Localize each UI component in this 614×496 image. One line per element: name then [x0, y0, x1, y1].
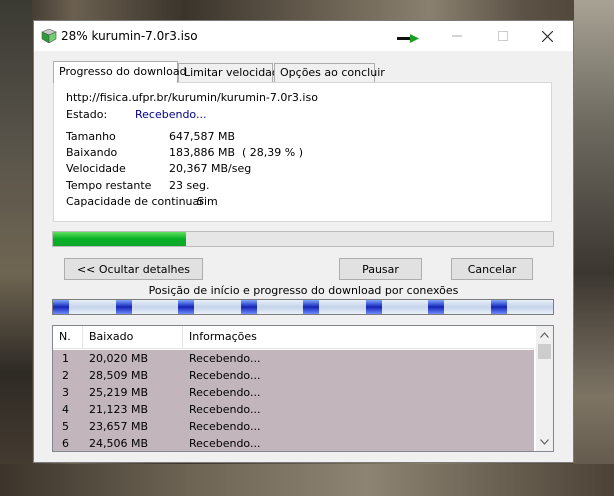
- table-row[interactable]: 1 20,020 MB Recebendo...: [53, 350, 534, 367]
- scroll-thumb[interactable]: [538, 344, 551, 359]
- download-progress-window: 28% kurumin-7.0r3.iso Progresso do downl…: [33, 20, 574, 463]
- row-downloaded: 20,020 MB: [89, 352, 149, 365]
- baixando-label: Baixando: [66, 146, 118, 159]
- table-row[interactable]: 2 28,509 MB Recebendo...: [53, 367, 534, 384]
- tamanho-value: 647,587 MB: [169, 130, 236, 143]
- table-row[interactable]: 5 23,657 MB Recebendo...: [53, 418, 534, 435]
- connection-segment: [53, 300, 69, 314]
- close-button[interactable]: [524, 21, 570, 51]
- tab-opcoes-ao-concluir[interactable]: Opções ao concluir: [274, 63, 385, 82]
- capacidade-continuar-value: Sim: [197, 195, 218, 208]
- estado-value: Recebendo...: [135, 108, 207, 121]
- desktop-background-bottom: [0, 464, 614, 496]
- maximize-icon: [498, 31, 508, 41]
- connection-segment: [303, 300, 319, 314]
- row-info: Recebendo...: [189, 403, 261, 416]
- download-details-panel: http://fisica.ufpr.br/kurumin/kurumin-7.…: [53, 82, 552, 222]
- scroll-down-button[interactable]: [536, 435, 553, 449]
- download-url: http://fisica.ufpr.br/kurumin/kurumin-7.…: [66, 91, 318, 104]
- minimize-button[interactable]: [434, 21, 480, 51]
- cancel-button[interactable]: Cancelar: [451, 258, 533, 280]
- row-downloaded: 24,506 MB: [89, 437, 149, 450]
- connection-segment: [240, 300, 257, 314]
- connections-progress-bar: [52, 299, 554, 315]
- connections-list[interactable]: N. Baixado Informações 1 20,020 MB Receb…: [52, 325, 554, 452]
- velocidade-label: Velocidade: [66, 162, 126, 175]
- row-downloaded: 25,219 MB: [89, 386, 149, 399]
- chevron-up-icon: [540, 332, 549, 338]
- minimize-icon: [452, 35, 462, 37]
- row-info: Recebendo...: [189, 352, 261, 365]
- close-icon: [541, 30, 553, 42]
- tab-limitar-velocidade[interactable]: Limitar velocidade: [178, 63, 286, 82]
- maximize-button[interactable]: [480, 21, 526, 51]
- row-info: Recebendo...: [189, 437, 261, 450]
- tamanho-label: Tamanho: [66, 130, 116, 143]
- row-number: 3: [62, 386, 69, 399]
- column-header-n[interactable]: N.: [53, 326, 83, 348]
- baixando-value: 183,886 MB ( 28,39 % ): [169, 146, 304, 159]
- connection-segment: [428, 300, 444, 314]
- chevron-down-icon: [540, 439, 549, 445]
- pause-button[interactable]: Pausar: [339, 258, 422, 280]
- row-info: Recebendo...: [189, 386, 261, 399]
- row-number: 6: [62, 437, 69, 450]
- tab-progresso-do-download[interactable]: Progresso do download: [53, 61, 187, 83]
- tempo-restante-value: 23 seg.: [169, 179, 210, 192]
- column-header-baixado[interactable]: Baixado: [83, 326, 183, 348]
- row-downloaded: 23,657 MB: [89, 420, 149, 433]
- row-number: 5: [62, 420, 69, 433]
- connection-segment: [490, 300, 507, 314]
- row-info: Recebendo...: [189, 420, 261, 433]
- row-number: 1: [62, 352, 69, 365]
- window-title: 28% kurumin-7.0r3.iso: [61, 29, 198, 43]
- desktop-background-right: [574, 0, 614, 496]
- capacidade-continuar-label: Capacidade de continuar: [66, 195, 204, 208]
- green-arrow-icon: [397, 34, 419, 43]
- row-info: Recebendo...: [189, 369, 261, 382]
- download-progress-bar: [52, 231, 554, 247]
- vertical-scrollbar[interactable]: [536, 326, 553, 451]
- row-downloaded: 21,123 MB: [89, 403, 149, 416]
- velocidade-value: 20,367 MB/seg: [169, 162, 252, 175]
- estado-label: Estado:: [66, 108, 108, 121]
- scroll-up-button[interactable]: [536, 328, 553, 342]
- table-row[interactable]: 6 24,506 MB Recebendo...: [53, 435, 534, 451]
- connection-segment: [115, 300, 132, 314]
- connection-segment: [365, 300, 382, 314]
- progress-fill: [53, 232, 186, 246]
- tempo-restante-label: Tempo restante: [66, 179, 152, 192]
- list-header: N. Baixado Informações: [53, 326, 534, 349]
- row-number: 4: [62, 403, 69, 416]
- download-manager-icon: [41, 29, 57, 43]
- connections-caption: Posição de início e progresso do downloa…: [148, 284, 459, 297]
- row-number: 2: [62, 369, 69, 382]
- connection-segment: [178, 300, 194, 314]
- hide-details-button[interactable]: << Ocultar detalhes: [64, 258, 203, 280]
- table-row[interactable]: 4 21,123 MB Recebendo...: [53, 401, 534, 418]
- title-bar[interactable]: 28% kurumin-7.0r3.iso: [34, 21, 573, 51]
- desktop-background-left: [0, 0, 32, 496]
- column-header-informacoes[interactable]: Informações: [183, 326, 534, 348]
- table-row[interactable]: 3 25,219 MB Recebendo...: [53, 384, 534, 401]
- row-downloaded: 28,509 MB: [89, 369, 149, 382]
